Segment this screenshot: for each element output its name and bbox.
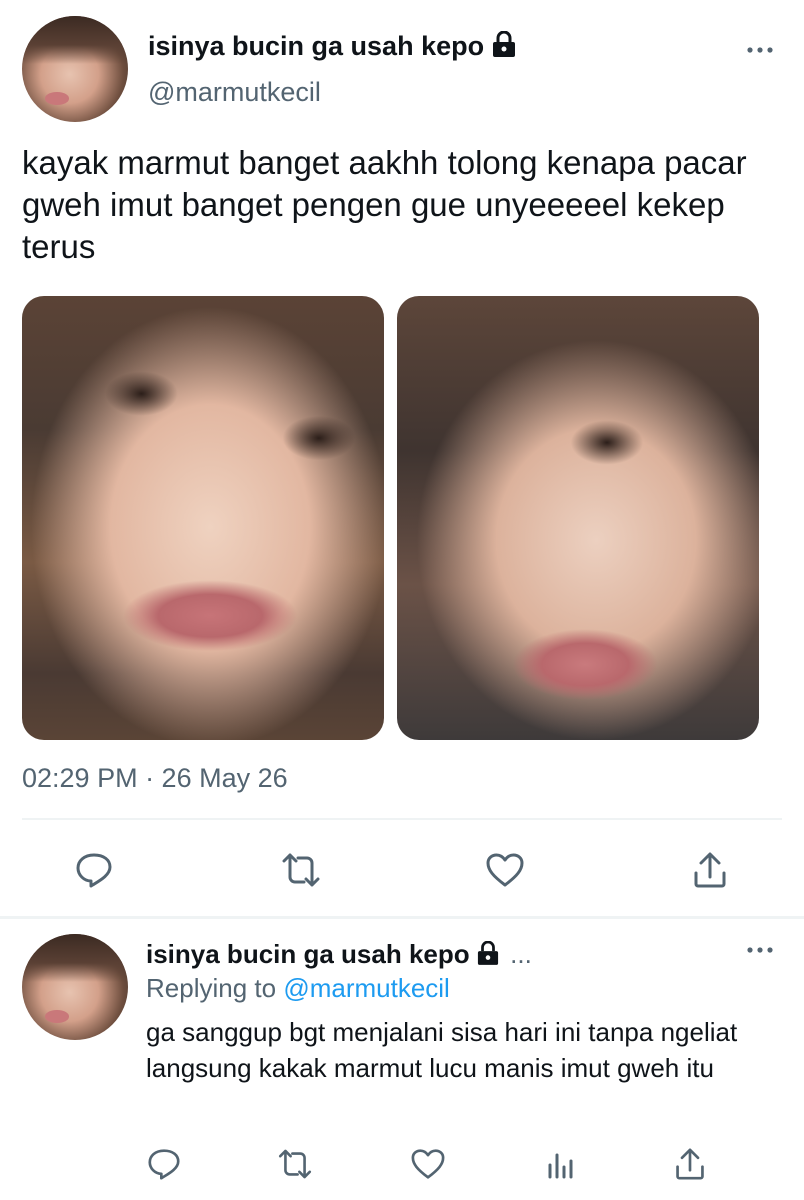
reply-icon[interactable] [72, 848, 116, 892]
handle[interactable]: @marmutkecil [148, 76, 321, 108]
retweet-icon[interactable] [272, 1144, 318, 1184]
more-icon[interactable] [745, 40, 775, 60]
tweet-photo-2[interactable] [397, 296, 759, 740]
reply-more-icon[interactable] [745, 940, 775, 960]
retweet-icon[interactable] [276, 848, 326, 892]
reply-icon[interactable] [144, 1144, 184, 1184]
tweet-text: kayak marmut banget aakhh tolong kenapa … [22, 144, 747, 265]
analytics-icon[interactable] [540, 1144, 580, 1184]
divider [22, 818, 782, 820]
replying-to-handle[interactable]: @marmutkecil [283, 973, 450, 1003]
reply-display-name[interactable]: isinya bucin ga usah kepo ... [146, 938, 532, 972]
reply-avatar[interactable] [22, 934, 128, 1040]
like-icon[interactable] [408, 1144, 448, 1184]
reply-ellipsis: ... [510, 939, 532, 969]
lock-icon [492, 30, 516, 64]
reply-text: ga sanggup bgt menjalani sisa hari ini t… [146, 1017, 738, 1083]
lock-icon [477, 940, 499, 972]
like-icon[interactable] [483, 848, 527, 892]
display-name[interactable]: isinya bucin ga usah kepo [148, 30, 516, 64]
replying-to: Replying to @marmutkecil [146, 973, 450, 1003]
avatar[interactable] [22, 16, 128, 122]
share-icon[interactable] [688, 848, 732, 892]
tweet-photo-1[interactable] [22, 296, 384, 740]
share-icon[interactable] [670, 1144, 710, 1184]
timestamp[interactable]: 02:29 PM · 26 May 26 [22, 762, 288, 794]
section-divider [0, 916, 804, 919]
